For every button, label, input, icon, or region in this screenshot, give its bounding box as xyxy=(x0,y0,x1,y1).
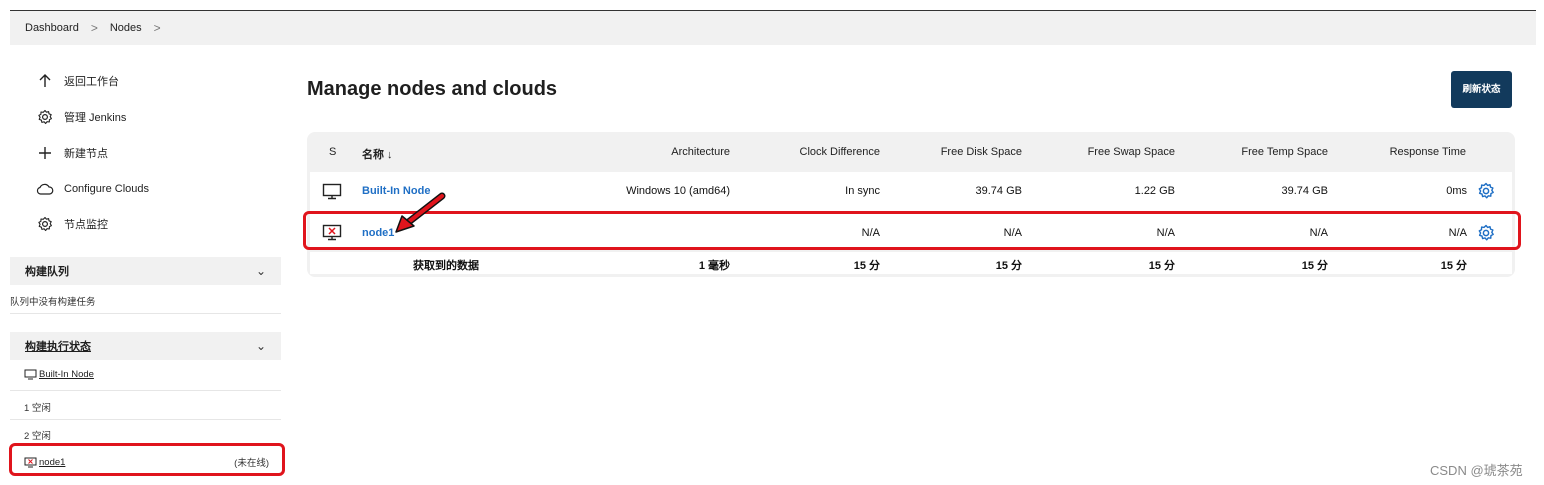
arrow-up-icon xyxy=(36,72,54,90)
sidebar-item-configure-clouds[interactable]: Configure Clouds xyxy=(36,179,149,199)
sidebar-item-back-to-dashboard[interactable]: 返回工作台 xyxy=(36,71,119,91)
sidebar-item-node-monitoring[interactable]: 节点监控 xyxy=(36,214,108,234)
node1-free-swap: N/A xyxy=(1156,227,1175,239)
node1-offline-status: (未在线) xyxy=(234,458,269,469)
sidebar-item-new-node[interactable]: 新建节点 xyxy=(36,143,108,163)
breadcrumb-dashboard[interactable]: Dashboard xyxy=(25,22,79,34)
executor-builtin-node[interactable]: Built-In Node xyxy=(24,369,269,380)
footer-response: 15 分 xyxy=(1440,260,1467,272)
gear-icon xyxy=(36,215,54,233)
builtin-response-time: 0ms xyxy=(1446,185,1467,197)
node1-clock-difference: N/A xyxy=(861,227,880,239)
chevron-down-icon[interactable]: ⌄ xyxy=(256,339,266,353)
gear-icon xyxy=(36,108,54,126)
watermark: CSDN @琥茶苑 xyxy=(1430,463,1523,478)
breadcrumb-nodes[interactable]: Nodes xyxy=(110,22,142,34)
refresh-status-button[interactable]: 刷新状态 xyxy=(1451,71,1512,108)
builtin-architecture: Windows 10 (amd64) xyxy=(626,185,730,197)
builtin-node-link[interactable]: Built-In Node xyxy=(39,369,94,380)
configure-gear-icon[interactable] xyxy=(1477,224,1495,242)
footer-swap: 15 分 xyxy=(1148,260,1175,272)
node1-link[interactable]: node1 xyxy=(39,457,65,468)
column-header-free-disk-space[interactable]: Free Disk Space xyxy=(900,146,1022,158)
footer-label: 获取到的数据 xyxy=(413,260,479,272)
annotation-arrow-icon xyxy=(395,192,446,233)
executor-slot-2: 2 空闲 xyxy=(24,431,51,442)
computer-icon xyxy=(24,369,37,380)
executor-status-title[interactable]: 构建执行状态 xyxy=(25,338,91,354)
cloud-icon xyxy=(36,180,54,198)
sidebar-item-label: 节点监控 xyxy=(64,219,108,231)
executor-node1[interactable]: node1 (未在线) xyxy=(24,455,269,469)
builtin-free-swap: 1.22 GB xyxy=(1134,185,1175,197)
executor-slot-1: 1 空闲 xyxy=(24,403,51,414)
sidebar-item-label: 返回工作台 xyxy=(64,76,119,88)
divider xyxy=(10,419,281,420)
node1-free-temp: N/A xyxy=(1309,227,1328,239)
node1-response-time: N/A xyxy=(1448,227,1467,239)
plus-icon xyxy=(36,144,54,162)
build-queue-header[interactable]: 构建队列 ⌄ xyxy=(10,257,281,285)
divider xyxy=(10,313,281,314)
computer-icon xyxy=(322,183,342,200)
sidebar-item-label: 新建节点 xyxy=(64,148,108,160)
footer-clock: 15 分 xyxy=(853,260,880,272)
column-header-status[interactable]: S xyxy=(329,146,336,158)
build-queue-title: 构建队列 xyxy=(25,266,69,278)
page-title: Manage nodes and clouds xyxy=(307,78,558,100)
breadcrumb-separator-icon[interactable]: > xyxy=(154,21,161,35)
offline-computer-icon xyxy=(322,224,342,241)
executor-status-header[interactable]: 构建执行状态 ⌄ xyxy=(10,332,281,360)
chevron-down-icon[interactable]: ⌄ xyxy=(256,264,266,278)
node1-free-disk: N/A xyxy=(1003,227,1022,239)
footer-disk: 15 分 xyxy=(995,260,1022,272)
footer-architecture: 1 毫秒 xyxy=(698,260,730,272)
column-header-clock-difference[interactable]: Clock Difference xyxy=(760,146,881,158)
node1-row-link[interactable]: node1 xyxy=(362,227,394,239)
builtin-clock-difference: In sync xyxy=(845,185,880,197)
column-header-free-swap-space[interactable]: Free Swap Space xyxy=(1050,146,1175,158)
footer-temp: 15 分 xyxy=(1301,260,1328,272)
divider xyxy=(10,390,281,391)
column-header-name[interactable]: 名称 ↓ xyxy=(362,146,393,162)
sidebar-item-label: Configure Clouds xyxy=(64,183,149,195)
builtin-free-disk: 39.74 GB xyxy=(975,185,1022,197)
column-header-architecture[interactable]: Architecture xyxy=(600,146,730,158)
sidebar-item-label: 管理 Jenkins xyxy=(64,112,127,124)
offline-computer-icon xyxy=(24,457,37,467)
breadcrumb: Dashboard > Nodes > xyxy=(10,11,1536,45)
column-header-free-temp-space[interactable]: Free Temp Space xyxy=(1200,146,1328,158)
sidebar-item-manage-jenkins[interactable]: 管理 Jenkins xyxy=(36,107,126,127)
column-header-response-time[interactable]: Response Time xyxy=(1360,146,1466,158)
build-queue-empty-text: 队列中没有构建任务 xyxy=(10,297,96,308)
builtin-free-temp: 39.74 GB xyxy=(1281,185,1328,197)
breadcrumb-separator-icon[interactable]: > xyxy=(91,21,98,35)
configure-gear-icon[interactable] xyxy=(1477,182,1495,200)
